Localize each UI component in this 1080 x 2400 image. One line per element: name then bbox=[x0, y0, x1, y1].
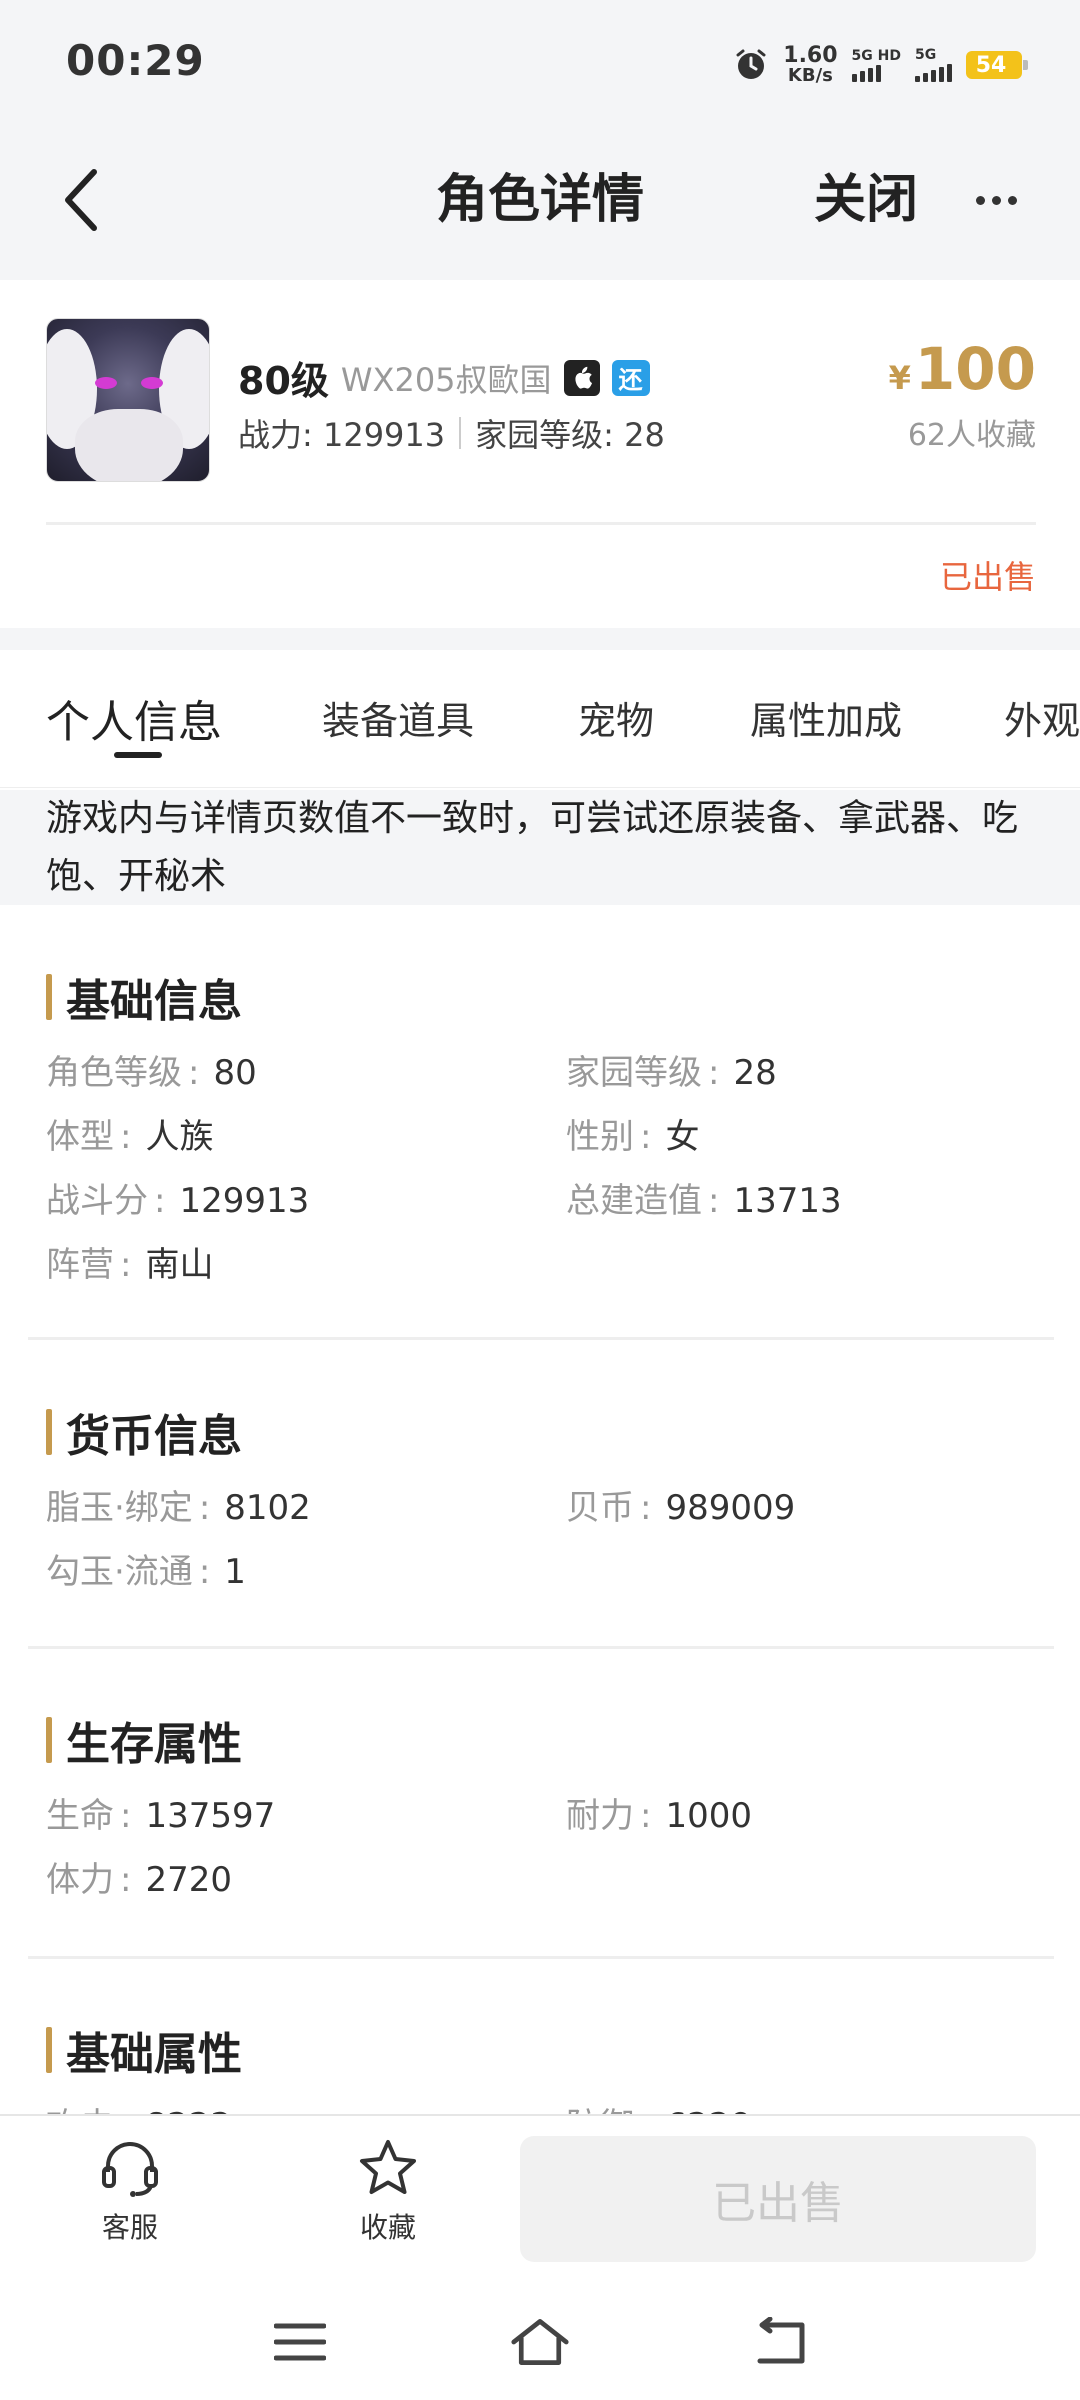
kv-magatama: 勾玉·流通:1 bbox=[46, 1552, 246, 1592]
section-gap bbox=[0, 628, 1080, 650]
system-nav-bar bbox=[0, 2284, 1080, 2400]
kv-gender: 性别: 女 bbox=[566, 1117, 700, 1157]
bottom-action-bar: 客服 收藏 已出售 bbox=[0, 2114, 1080, 2284]
signal-bars-icon bbox=[851, 64, 881, 82]
status-icons: 1.60 KB/s 5G HD 5G 54 bbox=[733, 40, 1028, 90]
customer-service-button[interactable]: 客服 bbox=[60, 2138, 200, 2246]
character-card[interactable]: 80级 WX205叔歐国 还 战力: 129913 家园等级: 28 ¥100 … bbox=[0, 280, 1080, 628]
active-tab-indicator bbox=[114, 752, 162, 758]
section-divider bbox=[28, 1646, 1054, 1649]
home-level-value: 28 bbox=[624, 416, 665, 454]
apple-icon bbox=[563, 359, 600, 396]
net-speed-unit: KB/s bbox=[787, 65, 833, 86]
section-base-attributes: 基础属性 攻击:8222 防御:6229 bbox=[0, 1960, 1080, 2114]
net-speed-value: 1.60 bbox=[783, 43, 838, 68]
section-title: 生存属性 bbox=[46, 1708, 242, 1772]
card-divider bbox=[46, 522, 1036, 525]
battery-indicator: 54 bbox=[966, 51, 1028, 79]
tab-pets[interactable]: 宠物 bbox=[578, 690, 654, 745]
stats-row: 战力: 129913 家园等级: 28 bbox=[238, 410, 665, 456]
restore-badge: 还 bbox=[611, 359, 650, 396]
favorite-label: 收藏 bbox=[359, 2211, 416, 2244]
alarm-icon bbox=[736, 49, 766, 79]
kv-role-level: 角色等级:80 bbox=[46, 1053, 257, 1093]
signal-1: 5G HD bbox=[851, 47, 901, 82]
kv-stamina: 体力:2720 bbox=[46, 1860, 232, 1900]
kv-defense: 防御:6229 bbox=[566, 2098, 752, 2114]
customer-service-label: 客服 bbox=[101, 2211, 158, 2244]
kv-shell-coin: 贝币:989009 bbox=[566, 1488, 796, 1528]
signal-2-label: 5G bbox=[915, 47, 937, 63]
tab-attribute-bonus[interactable]: 属性加成 bbox=[750, 690, 902, 745]
kv-combat-score: 战斗分:129913 bbox=[46, 1181, 310, 1221]
section-divider bbox=[28, 1956, 1054, 1959]
headset-icon bbox=[102, 2142, 158, 2197]
kv-home-level: 家园等级:28 bbox=[566, 1053, 777, 1093]
section-title: 基础属性 bbox=[46, 2018, 242, 2082]
more-button[interactable] bbox=[966, 170, 1026, 230]
status-bar: 00:29 1.60 KB/s 5G HD 5G 54 bbox=[0, 0, 1080, 130]
star-icon bbox=[360, 2140, 416, 2194]
server-name: WX205叔歐国 bbox=[340, 360, 552, 399]
sold-out-button[interactable]: 已出售 bbox=[520, 2136, 1036, 2262]
kv-health: 生命:137597 bbox=[46, 1796, 276, 1836]
tab-bar: 个人信息 装备道具 宠物 属性加成 外观 bbox=[0, 650, 1080, 788]
notice-banner: 游戏内与详情页数值不一致时，可尝试还原装备、拿武器、吃饱、开秘术 bbox=[0, 790, 1080, 905]
nav-menu-button[interactable] bbox=[270, 2312, 330, 2372]
character-level: 80级 bbox=[238, 359, 329, 403]
section-title: 货币信息 bbox=[46, 1400, 242, 1464]
page: 00:29 1.60 KB/s 5G HD 5G 54 角色详情 关闭 80级 … bbox=[0, 0, 1080, 2400]
level-row: 80级 WX205叔歐国 还 bbox=[238, 350, 650, 405]
back-button[interactable] bbox=[60, 160, 120, 240]
close-button[interactable]: 关闭 bbox=[814, 160, 918, 240]
more-dots-icon bbox=[975, 195, 985, 205]
kv-endurance: 耐力:1000 bbox=[566, 1796, 752, 1836]
kv-attack: 攻击:8222 bbox=[46, 2098, 232, 2114]
favorites-count: 62人收藏 bbox=[907, 418, 1036, 453]
chevron-left-icon bbox=[65, 169, 97, 231]
kv-build-value: 总建造值:13713 bbox=[566, 1181, 842, 1221]
signal-2: 5G bbox=[915, 48, 952, 82]
character-avatar bbox=[46, 318, 210, 482]
kv-faction: 阵营: 南山 bbox=[46, 1245, 214, 1285]
tab-appearance[interactable]: 外观 bbox=[1004, 690, 1080, 745]
nav-back-button[interactable] bbox=[750, 2312, 810, 2372]
menu-icon bbox=[274, 2323, 326, 2361]
section-currency: 货币信息 脂玉·绑定:8102 贝币:989009 勾玉·流通:1 bbox=[0, 1340, 1080, 1650]
status-time: 00:29 bbox=[66, 36, 205, 85]
nav-home-button[interactable] bbox=[510, 2312, 570, 2372]
sold-status: 已出售 bbox=[939, 558, 1036, 596]
combat-value: 129913 bbox=[322, 416, 446, 454]
net-speed: 1.60 KB/s bbox=[783, 45, 837, 85]
price-block: ¥100 62人收藏 bbox=[889, 340, 1036, 454]
favorite-button[interactable]: 收藏 bbox=[318, 2138, 458, 2246]
tab-personal-info[interactable]: 个人信息 bbox=[46, 686, 222, 750]
section-title: 基础信息 bbox=[46, 965, 242, 1029]
signal-bars-icon bbox=[915, 64, 952, 82]
stats-separator bbox=[459, 417, 462, 449]
price-currency: ¥ bbox=[888, 359, 911, 397]
section-survival: 生存属性 生命:137597 耐力:1000 体力:2720 bbox=[0, 1650, 1080, 1960]
signal-1-label: 5G HD bbox=[851, 47, 901, 64]
home-icon bbox=[511, 2319, 569, 2365]
kv-body-type: 体型: 人族 bbox=[46, 1117, 214, 1157]
back-arrow-icon bbox=[757, 2317, 805, 2364]
combat-label: 战力: bbox=[238, 416, 313, 454]
title-bar: 角色详情 关闭 bbox=[0, 130, 1080, 280]
section-basic-info: 基础信息 角色等级:80 家园等级:28 体型: 人族 性别: 女 战斗分:1299… bbox=[0, 905, 1080, 1345]
price-amount: ¥100 bbox=[889, 340, 1036, 398]
price-value: 100 bbox=[914, 335, 1036, 403]
kv-jade-bound: 脂玉·绑定:8102 bbox=[46, 1488, 311, 1528]
home-level-label: 家园等级: bbox=[475, 416, 614, 454]
tab-equipment[interactable]: 装备道具 bbox=[322, 690, 474, 745]
